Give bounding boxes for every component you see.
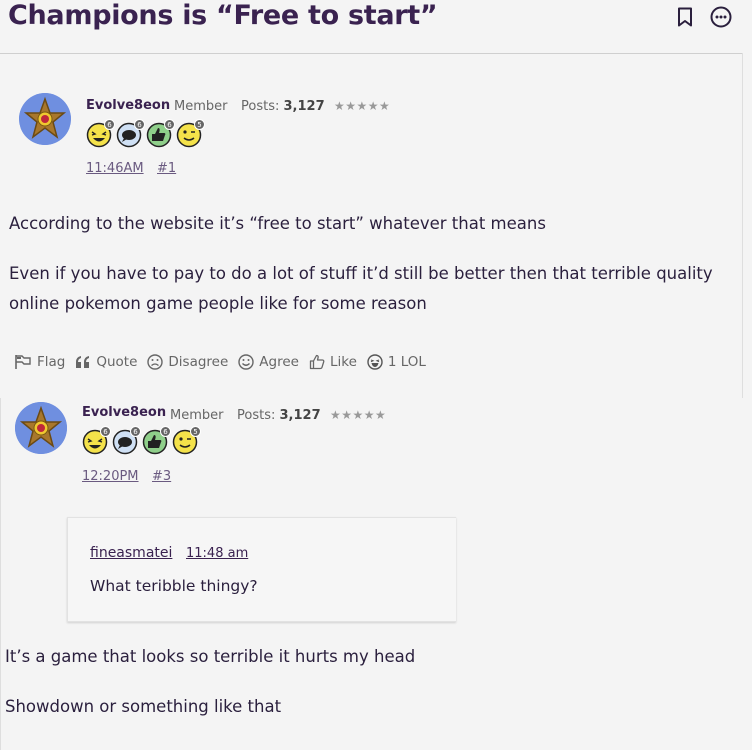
post-count: Posts: 3,127: [241, 99, 325, 114]
lol-reaction-count: 1 LOL: [387, 354, 426, 370]
quote-icon: [76, 356, 90, 368]
quote-text: What teribble thingy?: [90, 577, 258, 595]
quoted-reply: fineasmatei 11:48 am What teribble thing…: [67, 517, 456, 622]
flag-button[interactable]: Flag: [14, 354, 65, 370]
header-divider: [0, 53, 742, 54]
user-role: Member: [174, 99, 228, 114]
post-count-value: 3,127: [283, 99, 325, 114]
badge-count: 6: [100, 426, 111, 437]
flag-label: Flag: [37, 354, 66, 370]
forum-thread-page: Champions is “Free to start” Evolve8eon …: [0, 0, 752, 750]
bookmark-icon[interactable]: [674, 6, 696, 28]
badge-count: 6: [164, 119, 175, 130]
smile-face-icon: [238, 354, 254, 370]
post-actions: Flag Quote Disagree Agree Like 1 LOL: [14, 354, 426, 370]
post-divider: [742, 53, 743, 398]
post-timestamp[interactable]: 12:20PM: [82, 469, 139, 484]
badge-count: 6: [130, 426, 141, 437]
post-divider: [0, 398, 1, 750]
rating-stars: ★★★★★: [334, 99, 391, 113]
wink-face-badge[interactable]: 5: [176, 119, 205, 148]
thread-header-actions: [674, 6, 732, 28]
username[interactable]: Evolve8eon: [82, 405, 166, 420]
laughing-face-badge[interactable]: 6: [82, 426, 111, 455]
badge-count: 6: [160, 426, 171, 437]
post-permalink[interactable]: #1: [157, 161, 176, 176]
avatar[interactable]: [19, 93, 71, 145]
lol-reaction-button[interactable]: 1 LOL: [367, 354, 426, 370]
flag-icon: [15, 355, 31, 369]
speech-bubble-badge[interactable]: 6: [116, 119, 145, 148]
more-options-icon[interactable]: [710, 6, 732, 28]
thumbs-up-badge[interactable]: 6: [146, 119, 175, 148]
post-paragraph: online pokemon game people like for some…: [9, 294, 427, 313]
post-paragraph: It’s a game that looks so terrible it hu…: [5, 647, 416, 666]
post-permalink[interactable]: #3: [152, 469, 171, 484]
like-button[interactable]: Like: [309, 354, 357, 370]
post-count-label: Posts:: [241, 99, 280, 114]
thumbs-up-icon: [309, 354, 325, 370]
username[interactable]: Evolve8eon: [86, 98, 170, 113]
post-count-value: 3,127: [279, 408, 321, 423]
badge-count: 6: [104, 119, 115, 130]
thumbs-up-badge[interactable]: 6: [142, 426, 171, 455]
laughing-face-icon: [367, 354, 383, 370]
badge-count: 5: [190, 426, 201, 437]
quote-author-link[interactable]: fineasmatei: [90, 545, 172, 561]
disagree-button[interactable]: Disagree: [147, 354, 228, 370]
quote-button[interactable]: Quote: [75, 354, 137, 370]
post-paragraph: Even if you have to pay to do a lot of s…: [9, 264, 713, 283]
user-role: Member: [170, 408, 224, 423]
speech-bubble-badge[interactable]: 6: [112, 426, 141, 455]
rating-stars: ★★★★★: [330, 408, 387, 422]
quote-timestamp[interactable]: 11:48 am: [186, 546, 248, 561]
thread-title: Champions is “Free to start”: [8, 0, 438, 31]
wink-face-badge[interactable]: 5: [172, 426, 201, 455]
post-paragraph: Showdown or something like that: [5, 697, 282, 716]
post-timestamp[interactable]: 11:46AM: [86, 161, 144, 176]
badge-count: 5: [194, 119, 205, 130]
disagree-label: Disagree: [168, 354, 229, 370]
agree-button[interactable]: Agree: [238, 354, 299, 370]
post-count: Posts: 3,127: [237, 408, 321, 423]
laughing-face-badge[interactable]: 6: [86, 119, 115, 148]
quote-label: Quote: [96, 354, 138, 370]
user-badges: 6 6 6 5: [86, 119, 205, 148]
avatar[interactable]: [15, 402, 67, 454]
post-count-label: Posts:: [237, 408, 276, 423]
post-paragraph: According to the website it’s “free to s…: [9, 214, 546, 233]
frown-face-icon: [147, 354, 164, 370]
agree-label: Agree: [259, 354, 299, 370]
badge-count: 6: [134, 119, 145, 130]
like-label: Like: [329, 354, 357, 370]
user-badges: 6 6 6 5: [82, 426, 201, 455]
